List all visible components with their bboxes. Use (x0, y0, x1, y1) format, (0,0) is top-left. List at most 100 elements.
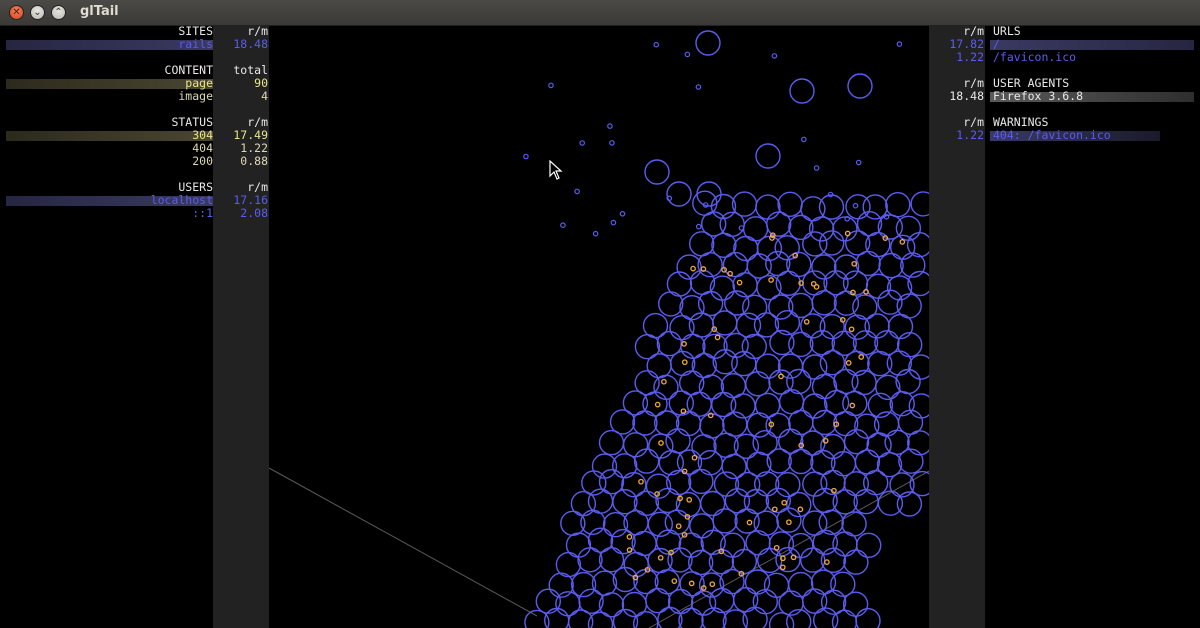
request-blob-large (696, 181, 722, 207)
request-blob-large (752, 430, 778, 456)
request-blob-large (851, 369, 877, 396)
request-blob-large (865, 273, 892, 299)
activity-field (269, 30, 929, 628)
request-blob-large (788, 532, 814, 559)
site-name: rails (178, 37, 213, 51)
request-blob-small (896, 41, 903, 47)
request-blob-large (906, 232, 929, 258)
request-blob-large (746, 412, 772, 438)
request-blob-large (555, 551, 582, 578)
request-blob-large (788, 571, 814, 598)
minimize-icon: ⌄ (33, 6, 42, 18)
request-blob-small (560, 222, 566, 229)
request-blob-small (658, 440, 664, 446)
request-blob-small (781, 499, 788, 506)
request-blob-large (830, 571, 856, 597)
user-agent-name: Firefox 3.6.8 (993, 89, 1084, 103)
request-blob-small (684, 51, 691, 58)
window-title: glTail (80, 4, 119, 19)
request-blob-small (626, 534, 633, 540)
request-blob-large (634, 334, 661, 360)
request-blob-small (852, 202, 859, 209)
request-blob-small (592, 230, 599, 237)
site-value: 18.48 (233, 37, 268, 51)
request-blob-large (856, 210, 883, 237)
request-blob-large (789, 78, 815, 104)
request-blob-large (843, 549, 869, 575)
mouse-pointer-icon (549, 160, 563, 180)
content-name: image (178, 89, 213, 103)
request-blob-small (619, 211, 626, 217)
request-blob-large (633, 448, 660, 474)
request-blob-large (802, 588, 828, 614)
request-blob-small (746, 519, 753, 526)
window-maximize-button[interactable]: ⌃ (51, 5, 66, 20)
request-blob-large (666, 181, 692, 207)
user-value: 2.08 (240, 206, 268, 220)
window-close-button[interactable]: ✕ (9, 5, 24, 20)
request-blob-small (797, 506, 804, 513)
request-blob-large (895, 368, 921, 395)
close-icon: ✕ (12, 6, 21, 18)
request-blob-large (877, 490, 904, 516)
request-blob-large (753, 510, 779, 536)
request-blobs (523, 30, 929, 628)
request-blob-large (768, 531, 795, 557)
user-name: ::1 (192, 206, 213, 220)
request-blob-large (831, 330, 857, 356)
request-blob-large (695, 30, 721, 56)
request-blob-large (786, 368, 812, 395)
window-minimize-button[interactable]: ⌄ (30, 5, 45, 20)
request-blob-small (610, 219, 617, 226)
request-blob-small (848, 326, 855, 333)
request-blob-small (813, 165, 820, 171)
status-code: 200 (192, 154, 213, 168)
request-blob-large (897, 332, 923, 358)
request-blob-large (565, 532, 592, 558)
request-blob-small (686, 496, 693, 503)
request-blob-small (695, 84, 702, 90)
request-blob-large (642, 312, 669, 339)
warning-value: 1.22 (956, 128, 984, 142)
request-blob-large (710, 193, 737, 220)
request-blob-large (778, 590, 804, 616)
request-blob-large (711, 391, 737, 418)
request-blob-large (709, 275, 736, 301)
request-blob-large (778, 428, 804, 454)
request-blob-large (622, 432, 649, 458)
request-blob-large (676, 254, 702, 280)
request-blob-large (878, 252, 904, 279)
request-blob-small (824, 559, 830, 565)
request-blob-small (681, 341, 687, 347)
request-blob-large (856, 532, 882, 558)
request-blob-small (688, 580, 695, 587)
request-blob-large (777, 191, 803, 218)
request-blob-large (697, 290, 724, 317)
request-blob-small (736, 279, 743, 286)
request-blob-small (768, 277, 774, 283)
request-blob-large (645, 587, 671, 614)
request-blob-small (607, 123, 613, 129)
request-blob-large (897, 409, 924, 435)
request-blob-large (686, 391, 712, 417)
request-blob-large (656, 330, 683, 357)
request-blob-large (755, 194, 781, 220)
request-blob-small (778, 373, 784, 380)
request-blob-small (671, 578, 678, 584)
request-blob-large (818, 509, 844, 535)
request-blob-large (701, 607, 727, 628)
request-blob-large (754, 392, 781, 419)
request-blob-large (648, 433, 674, 459)
request-blob-large (852, 330, 879, 356)
request-blob-large (874, 330, 900, 356)
request-blob-large (855, 608, 881, 628)
request-blob-small (579, 140, 586, 146)
request-blob-large (832, 216, 858, 242)
request-blob-large (679, 295, 705, 321)
request-blob-small (771, 506, 778, 513)
request-blob-large (655, 487, 681, 514)
request-blob-small (771, 53, 778, 59)
window-titlebar[interactable]: ✕ ⌄ ⌃ glTail (0, 0, 1200, 26)
url-value: 1.22 (956, 50, 984, 64)
request-blob-large (724, 290, 750, 316)
